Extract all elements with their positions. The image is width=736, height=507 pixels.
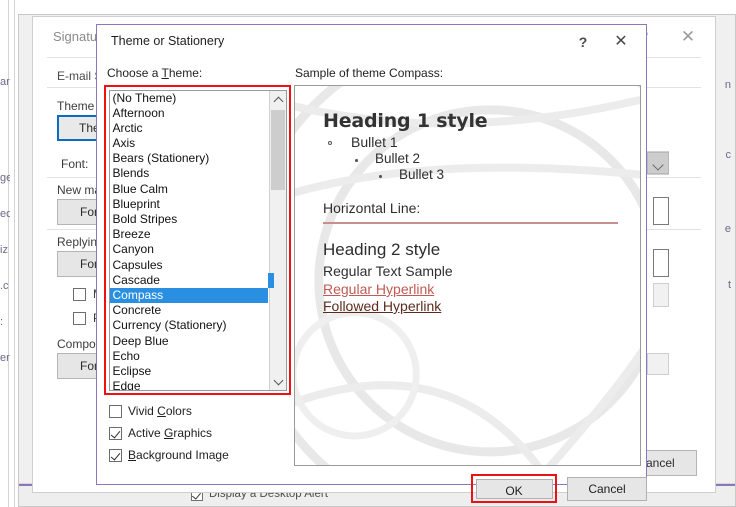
font-label: Font: [61, 157, 89, 171]
theme-list-item[interactable]: Eclipse [110, 364, 268, 379]
close-icon[interactable]: ✕ [608, 30, 634, 54]
theme-list-item[interactable]: Afternoon [110, 106, 268, 121]
bg-edge-fragment: .c [0, 280, 9, 292]
theme-list-item[interactable]: Canyon [110, 242, 268, 257]
bg-right-fragment: c [725, 149, 732, 161]
theme-list-scrollbar[interactable] [267, 90, 286, 390]
choose-theme-label-pre: Choose a [107, 66, 162, 80]
theme-list-annotation: (No Theme) Afternoon Arctic Axis Bears (Stat… [104, 85, 291, 395]
theme-list-item[interactable]: Bold Stripes [110, 212, 268, 227]
theme-list-item[interactable]: Arctic [110, 121, 268, 136]
theme-list-item[interactable]: Capsules [110, 258, 268, 273]
theme-list-item[interactable]: Breeze [110, 227, 268, 242]
theme-preview-pane: Heading 1 style Bullet 1 Bullet 2 Bullet… [294, 85, 641, 466]
help-icon[interactable]: ? [570, 30, 596, 54]
chevron-down-icon[interactable] [647, 152, 669, 174]
checkbox-label: Vivid Colors [128, 404, 192, 418]
theme-dialog-title: Theme or Stationery [111, 34, 225, 48]
choose-theme-label: Choose a Theme: [107, 66, 202, 80]
ok-button-label: OK [505, 483, 523, 498]
bg-edge-fragment: : [0, 316, 4, 328]
preview-followed-hyperlink: Followed Hyperlink [323, 298, 442, 314]
bg-right-fragment: e [724, 223, 731, 235]
ok-button[interactable]: OK [475, 478, 553, 499]
sample-label: Sample of theme Compass: [295, 66, 444, 80]
preview-bullet-2: Bullet 2 [323, 151, 628, 166]
preview-horizontal-rule [323, 222, 618, 224]
preview-hyperlink: Regular Hyperlink [323, 281, 435, 297]
window-edge-rule [14, 0, 15, 507]
bg-edge-fragment: ar [0, 76, 10, 88]
bg-edge-fragment: ed [0, 208, 10, 220]
checkbox-box [73, 312, 86, 325]
bg-edge-fragment: er [0, 352, 10, 364]
cancel-button[interactable]: Cancel [567, 477, 647, 501]
choose-theme-label-post: heme: [168, 66, 203, 80]
scrollbar-selection-tick [267, 272, 274, 288]
bg-right-fragment: n [724, 79, 731, 91]
preview-content: Heading 1 style Bullet 1 Bullet 2 Bullet… [323, 110, 628, 314]
replying-font-preview [653, 249, 669, 277]
checkbox-box [109, 405, 122, 418]
theme-list-item[interactable]: Edge [110, 379, 268, 389]
checkbox-box [73, 288, 86, 301]
bg-edge-fragment: ge [0, 172, 10, 184]
ok-button-annotation: OK [471, 474, 557, 503]
theme-dialog-titlebar: Theme or Stationery ? ✕ [97, 25, 646, 58]
theme-list-item[interactable]: (No Theme) [110, 91, 268, 106]
mark-comments-field[interactable] [653, 283, 669, 307]
theme-list-item[interactable]: Echo [110, 349, 268, 364]
theme-list-items[interactable]: (No Theme) Afternoon Arctic Axis Bears (Stat… [109, 91, 268, 390]
preview-bullet-3: Bullet 3 [323, 167, 628, 182]
preview-regular-text: Regular Text Sample [323, 263, 453, 279]
checkbox-label: Background Image [128, 448, 229, 462]
checkbox-box [109, 449, 122, 462]
theme-or-stationery-dialog: Theme or Stationery ? ✕ Choose a Theme: … [96, 24, 647, 503]
theme-list-item[interactable]: Bears (Stationery) [110, 151, 268, 166]
theme-list[interactable]: (No Theme) Afternoon Arctic Axis Bears (Stat… [108, 89, 287, 391]
theme-list-item[interactable]: Compass [109, 287, 268, 304]
new-mail-font-preview [653, 197, 669, 225]
composing-font-preview [647, 353, 669, 375]
bg-right-fragment: t [727, 279, 731, 291]
theme-list-item[interactable]: Blueprint [110, 197, 268, 212]
theme-list-item[interactable]: Concrete [110, 303, 268, 318]
theme-list-item[interactable]: Blue Calm [110, 182, 268, 197]
cancel-button-label: Cancel [588, 482, 626, 496]
preview-bullet-1: Bullet 1 [323, 134, 628, 150]
theme-list-item[interactable]: Deep Blue [110, 334, 268, 349]
theme-dialog-body: Choose a Theme: Sample of theme Compass:… [97, 58, 647, 503]
checkbox-label: Active Graphics [128, 426, 213, 440]
scroll-up-arrow-icon[interactable] [269, 90, 286, 108]
bg-edge-fragment: iz [0, 244, 8, 256]
scroll-down-arrow-icon[interactable] [269, 372, 286, 390]
theme-list-item[interactable]: Currency (Stationery) [110, 318, 268, 333]
close-icon[interactable]: ✕ [675, 25, 701, 49]
theme-list-item[interactable]: Axis [110, 136, 268, 151]
preview-heading-2: Heading 2 style [323, 240, 441, 259]
theme-list-item[interactable]: Blends [110, 166, 268, 181]
choose-theme-label-accel: T [161, 66, 169, 80]
theme-list-item[interactable]: Cascade [110, 273, 268, 288]
checkbox-box [109, 427, 122, 440]
screen: ar ge ed iz .c : er n c e t Display a De… [0, 0, 736, 507]
preview-heading-1: Heading 1 style [323, 110, 488, 132]
preview-horizontal-line-label: Horizontal Line: [323, 200, 421, 216]
scrollbar-thumb[interactable] [270, 109, 285, 190]
